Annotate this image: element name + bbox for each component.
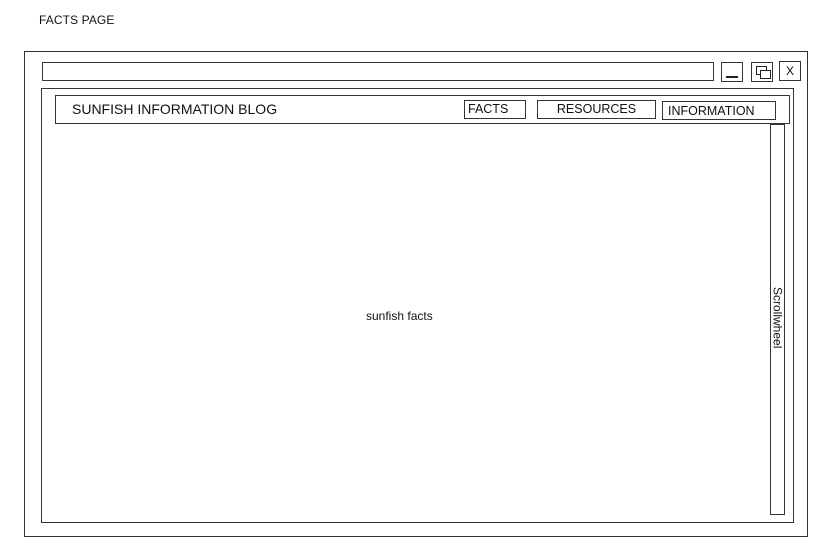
scrollbar-label: Scrollwheel xyxy=(770,287,785,349)
main-content-text: sunfish facts xyxy=(366,309,433,323)
page-caption: FACTS PAGE xyxy=(39,13,115,27)
content-area xyxy=(41,88,794,523)
restore-button[interactable] xyxy=(751,62,773,82)
minimize-button[interactable] xyxy=(721,62,743,82)
tab-information[interactable]: INFORMATION xyxy=(662,101,776,120)
minimize-icon xyxy=(726,76,738,78)
tab-resources[interactable]: RESOURCES xyxy=(537,100,656,119)
address-bar[interactable] xyxy=(42,62,714,81)
scrollbar-label-container: Scrollwheel xyxy=(770,124,785,515)
tab-facts[interactable]: FACTS xyxy=(464,100,526,119)
close-icon: X xyxy=(785,64,794,78)
close-button[interactable]: X xyxy=(779,61,801,81)
site-title[interactable]: SUNFISH INFORMATION BLOG xyxy=(72,101,277,117)
